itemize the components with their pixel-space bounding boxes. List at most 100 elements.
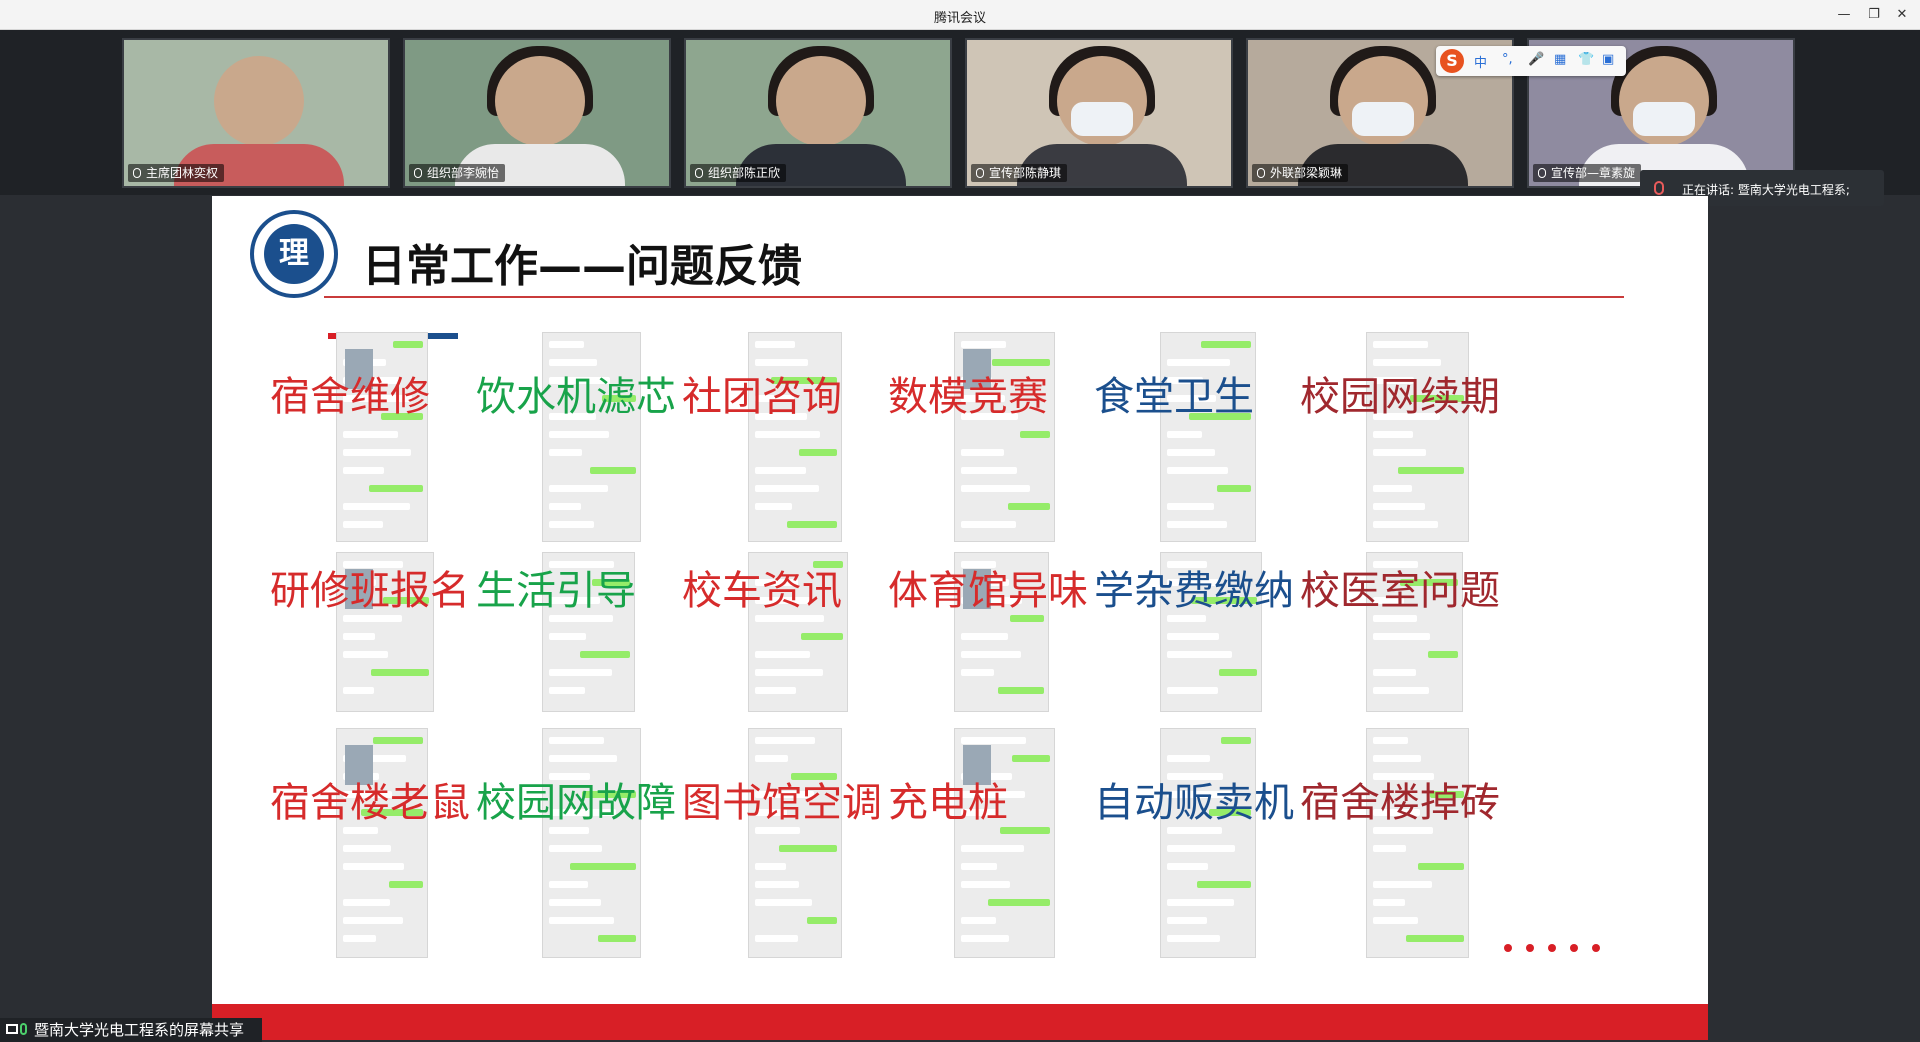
- topic-label: 饮水机滤芯: [476, 374, 676, 420]
- ime-punctuation-toggle[interactable]: °,: [1502, 52, 1513, 67]
- chat-bubble: [580, 651, 630, 658]
- heading-divider: [324, 296, 1624, 298]
- participant-name: 宣传部—章素旋: [1533, 164, 1642, 182]
- chat-bubble: [1167, 467, 1228, 474]
- chat-bubble: [549, 633, 586, 640]
- participant-figure: [214, 56, 304, 146]
- chat-bubble: [343, 687, 374, 694]
- chat-bubble: [549, 485, 608, 492]
- close-button[interactable]: ✕: [1890, 4, 1914, 26]
- chat-bubble: [343, 615, 402, 622]
- participant-name: 组织部陈正欣: [690, 164, 787, 182]
- chat-bubble: [371, 669, 429, 676]
- chat-bubble: [1373, 881, 1432, 888]
- page-dot: [1592, 944, 1600, 952]
- mic-icon: [1257, 168, 1265, 178]
- chat-bubble: [1373, 341, 1428, 348]
- ime-mode-toggle[interactable]: 中: [1474, 52, 1487, 71]
- chat-bubble: [961, 845, 1024, 852]
- chat-bubble: [1373, 845, 1406, 852]
- participant-name: 宣传部陈静琪: [971, 164, 1068, 182]
- chat-bubble: [1221, 737, 1251, 744]
- chat-bubble: [1373, 899, 1405, 906]
- chat-bubble: [369, 485, 423, 492]
- topic-label: 宿舍楼掉砖: [1300, 780, 1500, 826]
- ime-keyboard-icon[interactable]: ▦: [1554, 52, 1566, 67]
- chat-bubble: [1167, 687, 1218, 694]
- chat-bubble: [1197, 881, 1251, 888]
- topic-label: 体育馆异味: [888, 568, 1088, 614]
- chat-bubble: [549, 827, 589, 834]
- chat-bubble: [549, 845, 602, 852]
- participant-name: 主席团林奕权: [128, 164, 225, 182]
- chat-bubble: [549, 669, 612, 676]
- topic-label: 社团咨询: [682, 374, 842, 420]
- topic-label: 食堂卫生: [1094, 374, 1254, 420]
- chat-bubble: [755, 431, 820, 438]
- ime-toolbox-icon[interactable]: ▣: [1602, 52, 1614, 67]
- title-bar: 腾讯会议 — ❐ ✕: [0, 0, 1920, 30]
- chat-bubble: [961, 881, 1010, 888]
- speaking-mic-icon: [1654, 181, 1664, 195]
- chat-bubble: [1373, 687, 1429, 694]
- mic-icon: [976, 168, 984, 178]
- chat-bubble: [549, 341, 584, 348]
- chat-bubble: [961, 467, 1017, 474]
- chat-bubble: [1418, 863, 1464, 870]
- ime-toolbar[interactable]: S 中 °, 🎤 ▦ 👕 ▣: [1436, 46, 1626, 76]
- topic-label: 充电桩: [888, 780, 1008, 826]
- chat-bubble: [1167, 935, 1220, 942]
- chat-bubble: [1167, 521, 1227, 528]
- chat-bubble: [801, 633, 843, 640]
- participant-tile[interactable]: 组织部李婉怡: [403, 38, 671, 188]
- chat-bubble: [1373, 485, 1412, 492]
- chat-bubble: [961, 449, 1004, 456]
- chat-bubble: [755, 503, 792, 510]
- mic-icon: [1538, 168, 1546, 178]
- sogou-logo-icon[interactable]: S: [1440, 49, 1464, 73]
- stripe-segment: [425, 333, 458, 339]
- chat-bubble: [1373, 755, 1421, 762]
- chat-screenshot: [1160, 728, 1256, 958]
- chat-bubble: [549, 449, 582, 456]
- chat-bubble: [1373, 917, 1418, 924]
- ime-voice-icon[interactable]: 🎤: [1528, 52, 1544, 67]
- chat-screenshot: [954, 728, 1055, 958]
- mic-icon: [414, 168, 422, 178]
- chat-bubble: [549, 503, 581, 510]
- chat-bubble: [961, 521, 1016, 528]
- screen-share-label[interactable]: 暨南大学光电工程系的屏幕共享: [0, 1018, 262, 1042]
- chat-bubble: [343, 467, 384, 474]
- chat-bubble: [1373, 503, 1425, 510]
- chat-bubble: [961, 863, 997, 870]
- chat-bubble: [787, 521, 837, 528]
- chat-bubble: [779, 845, 837, 852]
- participant-figure: [776, 56, 866, 146]
- topic-label: 自动贩卖机: [1094, 780, 1294, 826]
- participant-tile[interactable]: 组织部陈正欣: [684, 38, 952, 188]
- chat-bubble: [961, 633, 1008, 640]
- page-dot: [1548, 944, 1556, 952]
- chat-bubble: [549, 755, 617, 762]
- topic-label: 校车资讯: [682, 568, 842, 614]
- participant-tile[interactable]: 主席团林奕权: [122, 38, 390, 188]
- chat-bubble: [343, 431, 398, 438]
- chat-bubble: [755, 881, 799, 888]
- chat-bubble: [1217, 485, 1251, 492]
- chat-bubble: [988, 899, 1050, 906]
- slide-heading: 日常工作——问题反馈: [362, 241, 802, 292]
- face-mask: [1633, 102, 1695, 136]
- chat-bubble: [343, 521, 383, 528]
- slide-footer-bar: [212, 1004, 1708, 1040]
- minimize-button[interactable]: —: [1832, 4, 1856, 26]
- chat-bubble: [549, 431, 609, 438]
- chat-bubble: [755, 935, 798, 942]
- emblem-character: 理: [264, 224, 324, 284]
- maximize-button[interactable]: ❐: [1862, 4, 1886, 26]
- chat-bubble: [549, 615, 613, 622]
- topic-label: 宿舍维修: [270, 374, 430, 420]
- participant-tile[interactable]: 宣传部陈静琪: [965, 38, 1233, 188]
- ime-skin-icon[interactable]: 👕: [1578, 52, 1594, 67]
- university-emblem-icon: 理: [250, 210, 338, 298]
- chat-bubble: [755, 615, 824, 622]
